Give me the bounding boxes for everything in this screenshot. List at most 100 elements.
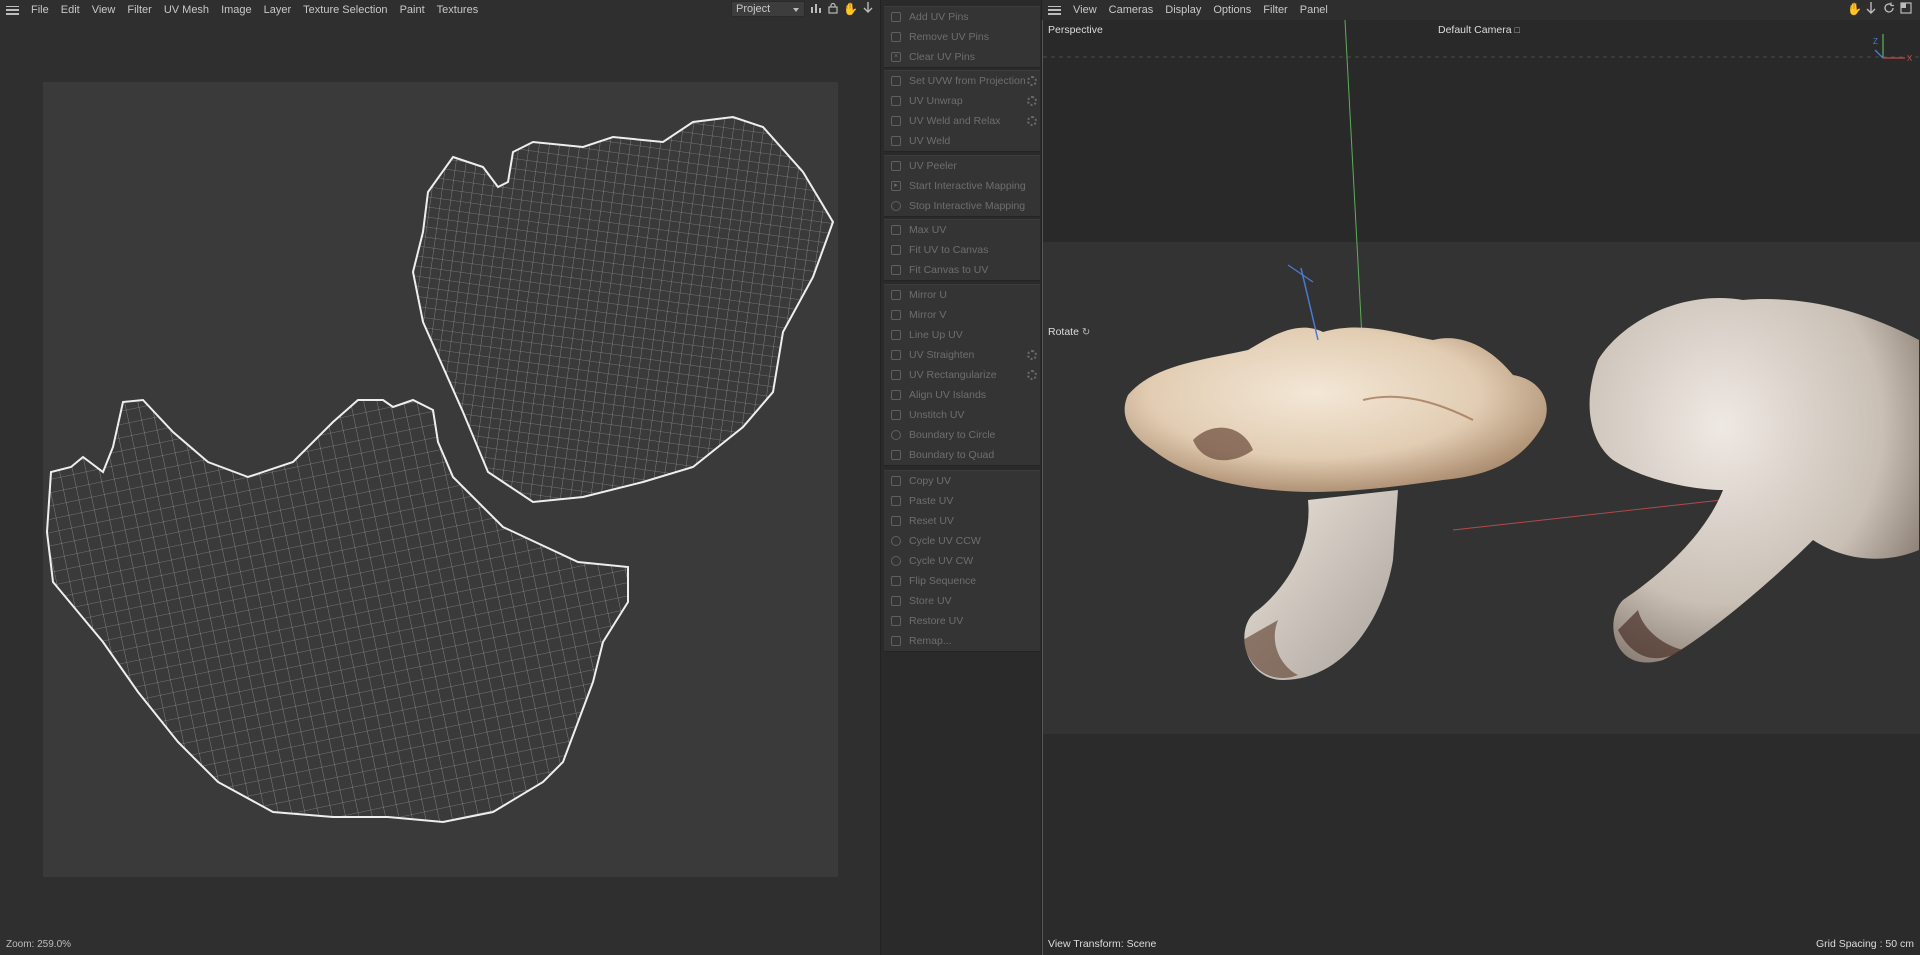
- fit-uv-to-canvas-button[interactable]: Fit UV to Canvas: [884, 240, 1040, 260]
- menu-cameras[interactable]: Cameras: [1103, 0, 1160, 20]
- gear-icon[interactable]: [1027, 116, 1037, 126]
- hamburger-menu-icon[interactable]: [6, 5, 19, 15]
- boundary-to-quad-button[interactable]: Boundary to Quad: [884, 445, 1040, 465]
- menu-paint[interactable]: Paint: [394, 0, 431, 20]
- cycle-uv-cw-button[interactable]: Cycle UV CW: [884, 551, 1040, 571]
- uv-peeler-button[interactable]: UV Peeler: [884, 156, 1040, 176]
- store-uv-button[interactable]: Store UV: [884, 591, 1040, 611]
- uv-straighten-button[interactable]: UV Straighten: [884, 345, 1040, 365]
- uv-weld-and-relax-button[interactable]: UV Weld and Relax: [884, 111, 1040, 131]
- paste-uv-button[interactable]: Paste UV: [884, 491, 1040, 511]
- remap-button[interactable]: Remap...: [884, 631, 1040, 651]
- gear-icon[interactable]: [1027, 370, 1037, 380]
- straighten-icon: [891, 350, 901, 360]
- menu-panel[interactable]: Panel: [1294, 0, 1334, 20]
- quad-icon: [891, 450, 901, 460]
- remap-icon: [891, 636, 901, 646]
- weld-icon: [891, 136, 901, 146]
- palette-group-mapping: UV Peeler ▸ Start Interactive Mapping Sto…: [884, 155, 1040, 217]
- viewport-scene: [1043, 20, 1919, 680]
- viewport-3d-canvas[interactable]: Perspective Default Camera □ Rotate ↻ Z …: [1042, 20, 1920, 955]
- reset-uv-button[interactable]: Reset UV: [884, 511, 1040, 531]
- menu-textures[interactable]: Textures: [431, 0, 485, 20]
- menu-edit[interactable]: Edit: [55, 0, 86, 20]
- menu-view[interactable]: View: [1067, 0, 1103, 20]
- set-uvw-from-projection-button[interactable]: Set UVW from Projection: [884, 71, 1040, 91]
- default-camera-label[interactable]: Default Camera □: [1438, 24, 1520, 36]
- stop-icon: [891, 201, 901, 211]
- menu-layer[interactable]: Layer: [258, 0, 298, 20]
- gear-icon[interactable]: [1027, 350, 1037, 360]
- maximize-icon[interactable]: [1899, 2, 1913, 16]
- uv-editor-panel: File Edit View Filter UV Mesh Image Laye…: [0, 0, 880, 955]
- add-uv-pins-button[interactable]: Add UV Pins: [884, 7, 1040, 27]
- project-select[interactable]: Project: [731, 1, 805, 17]
- remove-uv-pins-button[interactable]: Remove UV Pins: [884, 27, 1040, 47]
- uv-island-upper[interactable]: [411, 115, 835, 504]
- mirror-u-button[interactable]: Mirror U: [884, 285, 1040, 305]
- zoom-move-icon[interactable]: [861, 2, 875, 16]
- uv-canvas[interactable]: [43, 82, 838, 877]
- menu-uv-mesh[interactable]: UV Mesh: [158, 0, 215, 20]
- hamburger-menu-icon[interactable]: [1048, 5, 1061, 15]
- lock-icon[interactable]: [826, 2, 840, 16]
- menu-texture-selection[interactable]: Texture Selection: [297, 0, 393, 20]
- gear-icon[interactable]: [1027, 76, 1037, 86]
- cycle-icon: [891, 556, 901, 566]
- paste-icon: [891, 496, 901, 506]
- fit-icon: [891, 245, 901, 255]
- restore-icon: [891, 616, 901, 626]
- flip-sequence-button[interactable]: Flip Sequence: [884, 571, 1040, 591]
- flip-icon: [891, 576, 901, 586]
- menu-options[interactable]: Options: [1207, 0, 1257, 20]
- peeler-icon: [891, 161, 901, 171]
- unstitch-icon: [891, 410, 901, 420]
- max-uv-button[interactable]: Max UV: [884, 220, 1040, 240]
- menu-image[interactable]: Image: [215, 0, 258, 20]
- align-icon: [891, 390, 901, 400]
- mirror-v-button[interactable]: Mirror V: [884, 305, 1040, 325]
- menu-filter[interactable]: Filter: [1257, 0, 1293, 20]
- menu-view[interactable]: View: [86, 0, 122, 20]
- fit-canvas-to-uv-button[interactable]: Fit Canvas to UV: [884, 260, 1040, 280]
- line-up-uv-button[interactable]: Line Up UV: [884, 325, 1040, 345]
- hand-pan-icon[interactable]: ✋: [1847, 2, 1862, 16]
- perspective-label[interactable]: Perspective: [1048, 24, 1103, 36]
- cycle-uv-ccw-button[interactable]: Cycle UV CCW: [884, 531, 1040, 551]
- unwrap-icon: [891, 96, 901, 106]
- menu-display[interactable]: Display: [1159, 0, 1207, 20]
- viewport-menubar: View Cameras Display Options Filter Pane…: [1042, 0, 1920, 20]
- pin-icon: [891, 32, 901, 42]
- mirror-icon: [891, 310, 901, 320]
- copy-uv-button[interactable]: Copy UV: [884, 471, 1040, 491]
- restore-uv-button[interactable]: Restore UV: [884, 611, 1040, 631]
- rectangularize-icon: [891, 370, 901, 380]
- rotate-icon: ↻: [1081, 327, 1091, 338]
- uv-weld-button[interactable]: UV Weld: [884, 131, 1040, 151]
- stop-interactive-mapping-button[interactable]: Stop Interactive Mapping: [884, 196, 1040, 216]
- align-uv-islands-button[interactable]: Align UV Islands: [884, 385, 1040, 405]
- boundary-to-circle-button[interactable]: Boundary to Circle: [884, 425, 1040, 445]
- uv-mesh-islands: [45, 115, 835, 824]
- cycle-icon: [891, 536, 901, 546]
- uv-command-palette: Add UV Pins Remove UV Pins × Clear UV Pin…: [880, 0, 1042, 955]
- clear-uv-pins-button[interactable]: × Clear UV Pins: [884, 47, 1040, 67]
- rotate-icon[interactable]: [1882, 2, 1896, 16]
- histogram-icon[interactable]: [809, 2, 823, 16]
- pin-icon: [891, 12, 901, 22]
- unstitch-uv-button[interactable]: Unstitch UV: [884, 405, 1040, 425]
- copy-icon: [891, 476, 901, 486]
- hand-pan-icon[interactable]: ✋: [843, 2, 858, 16]
- palette-group-pins: Add UV Pins Remove UV Pins × Clear UV Pin…: [884, 6, 1040, 68]
- mirror-icon: [891, 290, 901, 300]
- gear-icon[interactable]: [1027, 96, 1037, 106]
- menu-filter[interactable]: Filter: [121, 0, 157, 20]
- chevron-down-icon: [793, 8, 799, 12]
- uv-unwrap-button[interactable]: UV Unwrap: [884, 91, 1040, 111]
- start-interactive-mapping-button[interactable]: ▸ Start Interactive Mapping: [884, 176, 1040, 196]
- menu-file[interactable]: File: [25, 0, 55, 20]
- move-icon[interactable]: [1864, 2, 1878, 16]
- uv-rectangularize-button[interactable]: UV Rectangularize: [884, 365, 1040, 385]
- reset-icon: [891, 516, 901, 526]
- grid-spacing-status: Grid Spacing : 50 cm: [1815, 938, 1914, 950]
